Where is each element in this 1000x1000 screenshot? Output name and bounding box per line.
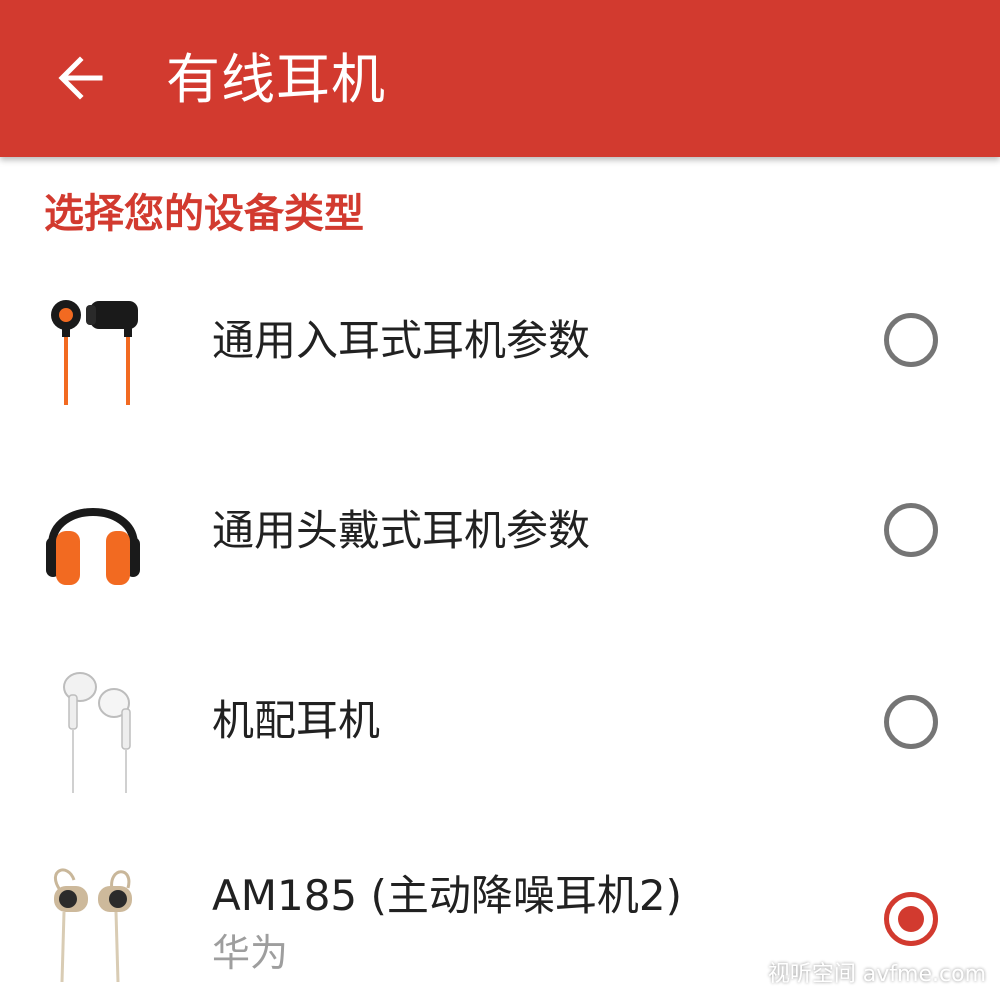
watermark: 视听空间 avfme.com [767,962,986,987]
radio-button-selected[interactable] [884,892,938,946]
in-ear-earphones-icon [38,295,148,405]
over-ear-headphones-icon [38,479,148,589]
stock-earphones-icon [38,665,148,793]
radio-button[interactable] [884,695,938,749]
app-bar: 有线耳机 [0,0,1000,157]
device-label: AM185 (主动降噪耳机2) [212,871,682,920]
radio-button[interactable] [884,313,938,367]
radio-button[interactable] [884,503,938,557]
device-row-over-ear[interactable]: 通用头戴式耳机参数 [0,455,1000,605]
section-header: 选择您的设备类型 [44,191,364,237]
back-button[interactable] [40,38,120,118]
device-label: 通用入耳式耳机参数 [212,316,591,365]
device-brand: 华为 [212,931,289,975]
radio-dot [898,906,924,932]
arrow-back-icon [58,56,103,100]
device-label: 机配耳机 [212,696,381,745]
device-row-stock[interactable]: 机配耳机 [0,645,1000,795]
noise-cancelling-earphones-icon [38,862,148,983]
page-title: 有线耳机 [166,48,386,111]
device-label: 通用头戴式耳机参数 [212,506,591,555]
device-row-in-ear[interactable]: 通用入耳式耳机参数 [0,265,1000,415]
